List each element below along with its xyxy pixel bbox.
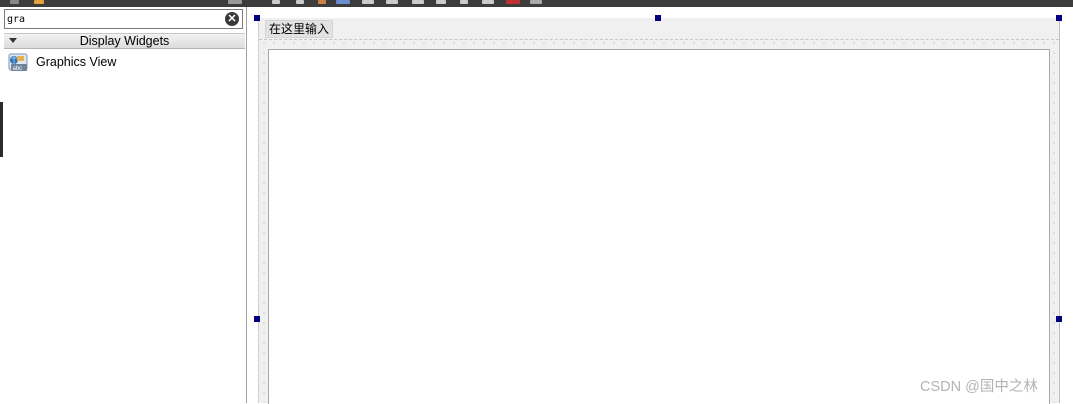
edit-tab-order-icon[interactable] (318, 0, 326, 4)
form-editor-area: 在这里输入 (247, 7, 1073, 404)
main-window-form[interactable]: 在这里输入 (258, 18, 1060, 404)
menu-type-here-placeholder[interactable]: 在这里输入 (265, 20, 334, 38)
watermark-text: CSDN @国中之林 (920, 379, 1038, 395)
widget-item-label: Graphics View (36, 55, 117, 69)
pointer-icon[interactable] (228, 0, 242, 4)
layout-horizontal-icon[interactable] (272, 0, 280, 4)
resize-handle-middle-right[interactable] (1056, 316, 1062, 322)
designer-toolbar (0, 0, 1073, 7)
resize-handle-top-right[interactable] (1056, 15, 1062, 21)
layout-vertical-icon[interactable] (296, 0, 304, 4)
widget-filter-input[interactable] (7, 11, 217, 27)
break-layout-icon[interactable] (460, 0, 468, 4)
form-menubar[interactable]: 在这里输入 (259, 18, 1059, 40)
resize-handle-top-center[interactable] (655, 15, 661, 21)
form-layout-icon[interactable] (386, 0, 398, 4)
splitter-horizontal-icon[interactable] (412, 0, 424, 4)
clear-icon[interactable]: ✕ (225, 12, 239, 26)
window-edge (0, 102, 3, 157)
widget-filter-field[interactable]: ✕ (4, 9, 243, 29)
category-display-widgets[interactable]: Display Widgets (4, 33, 245, 49)
adjust-size-icon[interactable] (482, 0, 494, 4)
stop-icon[interactable] (506, 0, 520, 4)
widget-box-panel: ✕ Display Widgets abc Graphics View (0, 7, 247, 403)
resize-handle-top-left[interactable] (254, 15, 260, 21)
splitter-vertical-icon[interactable] (436, 0, 446, 4)
widget-item-graphics-view[interactable]: abc Graphics View (7, 53, 243, 73)
graphics-view-widget[interactable] (268, 49, 1050, 404)
edit-icon[interactable] (34, 0, 44, 4)
svg-text:abc: abc (13, 66, 23, 72)
widget-box-icon[interactable] (10, 0, 19, 4)
resize-handle-middle-left[interactable] (254, 316, 260, 322)
grid-layout-icon[interactable] (362, 0, 374, 4)
graphics-view-icon: abc (8, 53, 30, 73)
category-label: Display Widgets (79, 34, 170, 48)
preview-icon[interactable] (530, 0, 542, 4)
edit-buddies-icon[interactable] (336, 0, 350, 4)
